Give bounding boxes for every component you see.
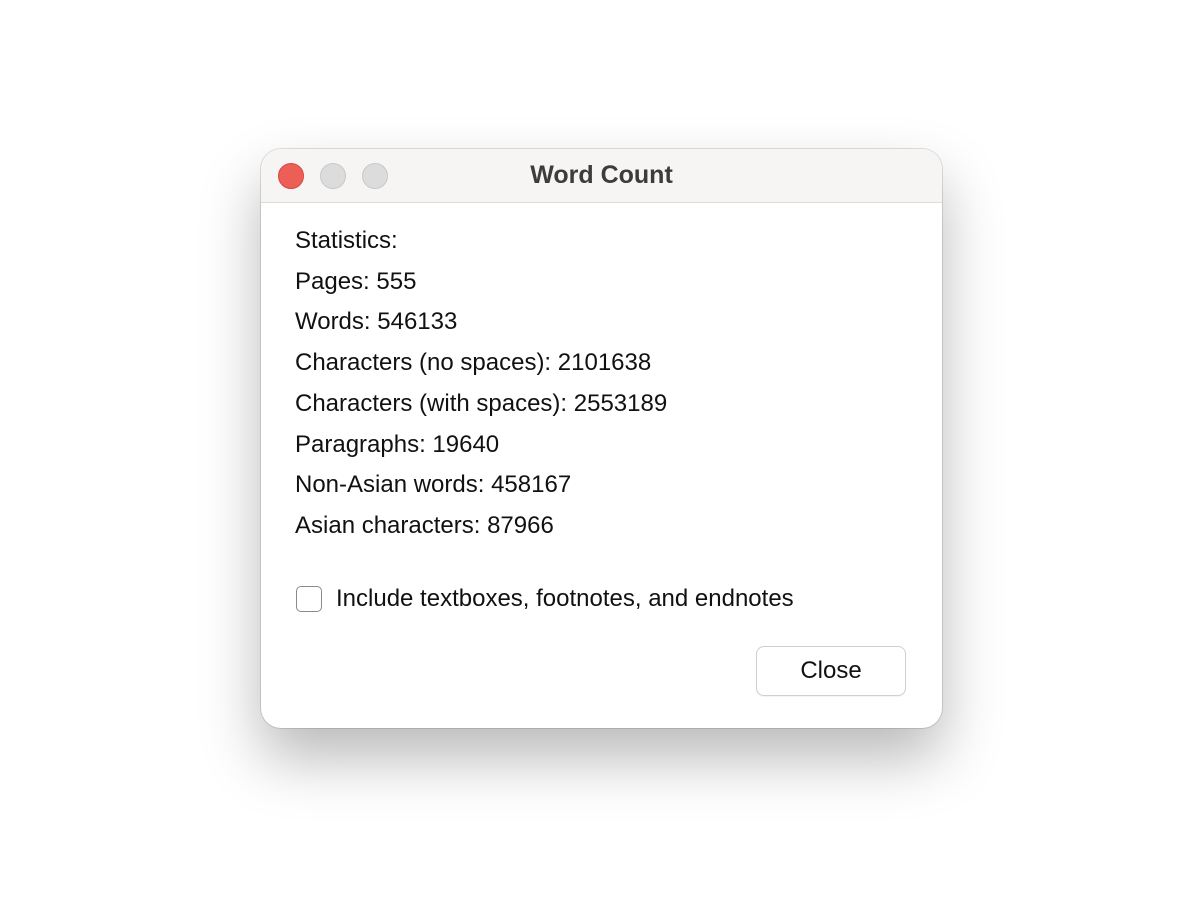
stat-characters-no-spaces: Characters (no spaces): 2101638 [295,349,652,377]
window-title: Word Count [530,161,673,189]
include-textboxes-checkbox[interactable] [296,586,322,612]
word-count-dialog: Word Count Statistics: Pages: 555 Words:… [261,149,942,728]
statistics-heading: Statistics: [295,227,398,254]
stat-asian-characters: Asian characters: 87966 [295,511,554,539]
stat-pages: Pages: 555 [295,267,417,295]
desktop-background: Word Count Statistics: Pages: 555 Words:… [0,0,1200,900]
statistics-panel: Statistics: Pages: 555 Words: 546133 Cha… [295,221,912,547]
stat-paragraphs: Paragraphs: 19640 [295,430,500,458]
include-textboxes-option[interactable]: Include textboxes, footnotes, and endnot… [296,585,794,613]
stat-characters-with-spaces: Characters (with spaces): 2553189 [295,389,668,417]
include-textboxes-label[interactable]: Include textboxes, footnotes, and endnot… [336,585,794,613]
title-bar[interactable]: Word Count [261,149,942,203]
stat-words: Words: 546133 [295,308,458,336]
stat-non-asian-words: Non-Asian words: 458167 [295,471,572,499]
close-button[interactable]: Close [756,646,906,696]
